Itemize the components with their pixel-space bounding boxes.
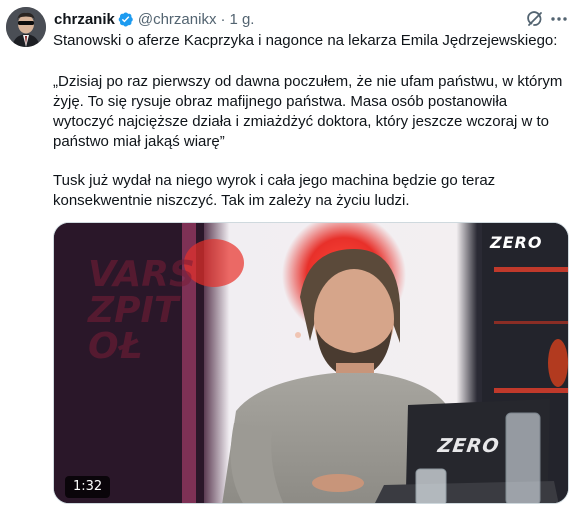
tweet-text-quote: „Dzisiaj po raz pierwszy od dawna poczuł… (53, 73, 563, 150)
more-options-button[interactable] (549, 8, 569, 30)
more-options-icon (551, 17, 567, 21)
avatar-image (6, 7, 46, 47)
verified-badge-icon (118, 11, 133, 27)
separator-dot: · (220, 10, 226, 28)
video-duration-badge: 1:32 (65, 476, 111, 498)
wall-graphic-text: VARS ZPIT OŁ (88, 254, 195, 367)
video-player[interactable]: VARS ZPIT OŁ ZERO ZERO 1:32 (53, 222, 569, 504)
laptop-logo: ZERO (436, 435, 502, 457)
tweet-text-comment: Tusk już wydał na niego wyrok i cała jeg… (53, 172, 496, 209)
handle[interactable]: @chrzanikx (138, 11, 217, 28)
tweet-header: chrzanik @chrzanikx · 1 g. (54, 9, 254, 29)
display-name[interactable]: chrzanik (54, 11, 115, 28)
grok-button[interactable] (524, 8, 546, 30)
avatar[interactable] (6, 7, 46, 47)
grok-icon (527, 11, 542, 26)
timestamp[interactable]: 1 g. (229, 11, 254, 28)
channel-logo: ZERO (490, 233, 543, 252)
tweet-text-intro: Stanowski o aferze Kacprzyka i nagonce n… (53, 32, 558, 49)
